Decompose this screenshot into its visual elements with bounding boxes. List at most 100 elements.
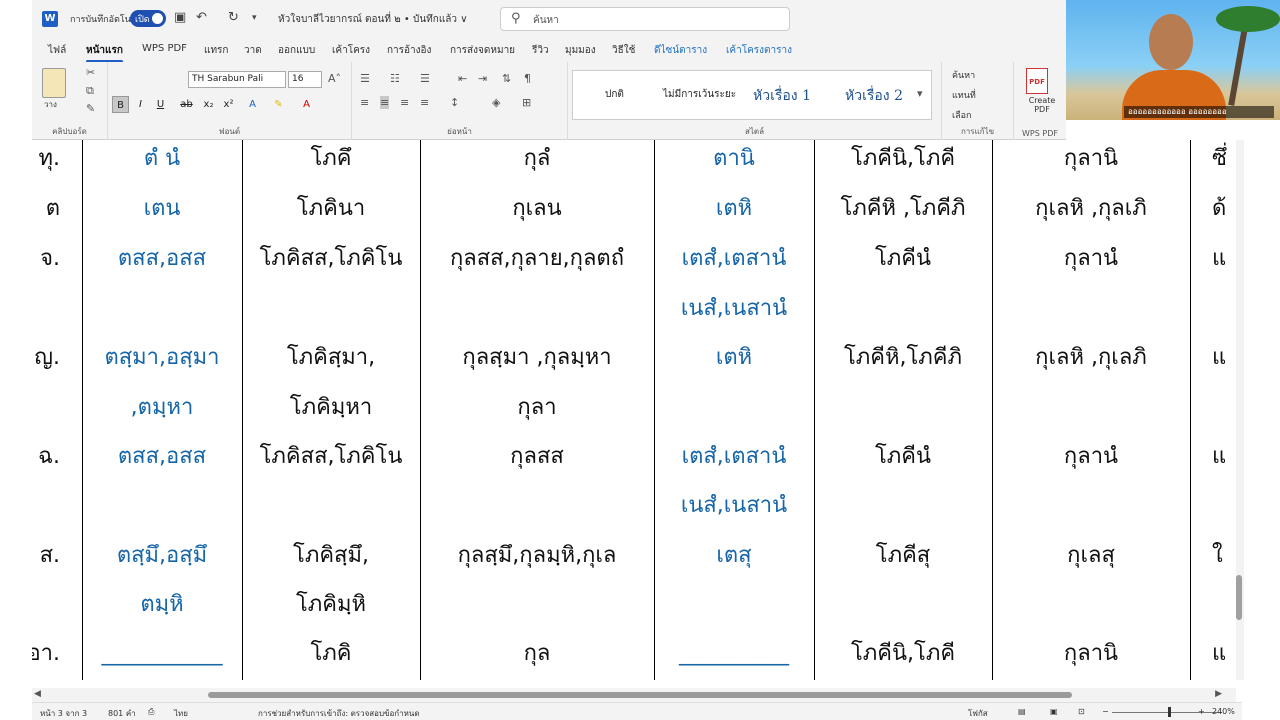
zoom-slider-knob[interactable] xyxy=(1168,707,1171,717)
table-cell[interactable]: แ xyxy=(1212,442,1236,472)
autosave-toggle[interactable]: เปิด xyxy=(130,10,166,27)
table-cell[interactable]: ทุ. xyxy=(32,144,61,174)
table-cell[interactable]: ฉ. xyxy=(32,442,60,472)
table-cell[interactable]: เตน xyxy=(82,194,242,224)
style-normal[interactable]: ปกติ xyxy=(605,87,624,102)
format-painter-icon[interactable]: ✎ xyxy=(86,102,95,115)
table-cell[interactable]: โภคิสส,โภคิโน xyxy=(242,442,420,472)
table-cell[interactable]: โภคิสฺมา, xyxy=(242,343,420,373)
align-center-icon[interactable]: ≡ xyxy=(380,96,390,109)
table-cell[interactable]: ตสฺมึ,อสฺมึ xyxy=(82,541,242,571)
create-pdf-button[interactable]: Create PDF xyxy=(1020,96,1064,114)
language[interactable]: ไทย xyxy=(174,707,188,720)
text-effects-icon[interactable]: A xyxy=(244,96,261,113)
table-cell[interactable]: ตสฺมา,อสฺมา xyxy=(82,343,242,373)
tab-draw[interactable]: วาด xyxy=(244,43,262,58)
table-cell[interactable]: เตหิ xyxy=(654,194,814,224)
horizontal-scrollbar[interactable]: ◀ ▶ xyxy=(32,688,1236,702)
table-cell[interactable]: โภคึ xyxy=(242,144,420,174)
zoom-level[interactable]: 240% xyxy=(1212,707,1235,716)
table-cell[interactable]: กุเลน xyxy=(420,194,654,224)
superscript-button[interactable]: x² xyxy=(220,96,237,113)
styles-more-icon[interactable]: ▾ xyxy=(917,87,923,100)
tab-help[interactable]: วิธีใช้ xyxy=(612,43,635,58)
table-cell[interactable]: เตหิ xyxy=(654,343,814,373)
decrease-indent-icon[interactable]: ⇤ xyxy=(458,72,467,85)
grow-font-icon[interactable]: A˄ xyxy=(328,72,341,85)
sort-icon[interactable]: ⇅ xyxy=(502,72,511,85)
tab-mailings[interactable]: การส่งจดหมาย xyxy=(450,43,515,58)
table-cell[interactable]: ตสส,อสส xyxy=(82,244,242,274)
table-cell[interactable]: กุลสฺมึ,กุลมฺหิ,กุเล xyxy=(420,541,654,571)
style-heading2[interactable]: หัวเรื่อง 2 xyxy=(845,85,903,107)
page-count[interactable]: หน้า 3 จาก 3 xyxy=(40,707,87,720)
accessibility-status[interactable]: การช่วยสำหรับการเข้าถึง: ตรวจสอบข้อกำหนด xyxy=(258,707,420,720)
print-layout-icon[interactable]: ▣ xyxy=(1050,707,1058,716)
table-cell[interactable]: เตสํ,เตสานํ xyxy=(654,442,814,472)
table-cell[interactable]: ซึ่ xyxy=(1212,144,1236,174)
table-cell[interactable]: เตสํ,เตสานํ xyxy=(654,244,814,274)
table-cell[interactable]: กุลสส,กุลาย,กุลตถํ xyxy=(420,244,654,274)
scroll-left-icon[interactable]: ◀ xyxy=(34,689,41,699)
word-count[interactable]: 801 คำ xyxy=(108,707,136,720)
table-cell[interactable]: โภคีหิ ,โภคีภิ xyxy=(814,194,992,224)
table-cell[interactable]: กุลา xyxy=(420,393,654,423)
undo-icon[interactable]: ↶ xyxy=(196,10,207,25)
table-cell[interactable]: โภคีนิ,โภคี xyxy=(814,639,992,669)
replace-button[interactable]: แทนที่ xyxy=(952,88,976,102)
table-cell[interactable]: ด้ xyxy=(1212,194,1236,224)
table-cell[interactable]: โภคิมฺหา xyxy=(242,393,420,423)
redo-icon[interactable]: ↻ xyxy=(228,10,239,25)
font-family-select[interactable]: TH Sarabun Pali xyxy=(188,71,286,88)
show-marks-icon[interactable]: ¶ xyxy=(524,72,531,85)
shading-icon[interactable]: ◈ xyxy=(492,96,500,109)
focus-button[interactable]: โฟกัส xyxy=(968,707,988,720)
web-layout-icon[interactable]: ⊡ xyxy=(1078,707,1085,716)
table-cell[interactable]: กุล xyxy=(420,639,654,669)
table-cell[interactable]: ตมฺหิ xyxy=(82,590,242,620)
tab-home[interactable]: หน้าแรก xyxy=(86,43,123,63)
horizontal-scroll-thumb[interactable] xyxy=(208,692,1072,698)
find-button[interactable]: ค้นหา xyxy=(952,68,975,82)
table-cell[interactable]: เนสํ,เนสานํ xyxy=(654,491,814,521)
style-heading1[interactable]: หัวเรื่อง 1 xyxy=(753,85,811,107)
bullets-icon[interactable]: ☰ xyxy=(360,72,370,85)
tab-file[interactable]: ไฟล์ xyxy=(48,43,66,58)
table-cell[interactable]: โภคีนิ,โภคี xyxy=(814,144,992,174)
justify-icon[interactable]: ≡ xyxy=(420,96,429,109)
tab-wps-pdf[interactable]: WPS PDF xyxy=(142,43,187,54)
table-cell[interactable]: กุลานิ xyxy=(992,639,1190,669)
table-cell[interactable]: โภคีนํ xyxy=(814,442,992,472)
table-cell[interactable]: โภคิสส,โภคิโน xyxy=(242,244,420,274)
line-spacing-icon[interactable]: ↕ xyxy=(450,96,459,109)
document-page[interactable]: ทุ. ตํ นํ โภคึ กุลํ ตานิ โภคีนิ,โภคี กุลานิ ซึ่… xyxy=(32,140,1236,680)
table-cell[interactable]: โภคินา xyxy=(242,194,420,224)
table-cell[interactable]: กุลสส xyxy=(420,442,654,472)
table-cell[interactable]: โภคีหิ,โภคีภิ xyxy=(814,343,992,373)
table-cell[interactable]: ตสส,อสส xyxy=(82,442,242,472)
tab-review[interactable]: รีวิว xyxy=(532,43,549,58)
table-cell[interactable]: ตานิ xyxy=(654,144,814,174)
underline-button[interactable]: U xyxy=(152,96,169,113)
subscript-button[interactable]: x₂ xyxy=(200,96,217,113)
paste-icon[interactable] xyxy=(42,68,66,98)
table-cell[interactable]: กุลานิ xyxy=(992,144,1190,174)
table-cell[interactable]: โภคีนํ xyxy=(814,244,992,274)
table-cell[interactable]: แ xyxy=(1212,244,1236,274)
increase-indent-icon[interactable]: ⇥ xyxy=(478,72,487,85)
search-box[interactable]: ⚲ ค้นหา xyxy=(500,7,790,31)
copy-icon[interactable]: ⧉ xyxy=(86,84,94,98)
align-right-icon[interactable]: ≡ xyxy=(400,96,409,109)
table-cell[interactable]: จ. xyxy=(32,244,60,274)
table-cell[interactable]: เนสํ,เนสานํ xyxy=(654,294,814,324)
vertical-scroll-thumb[interactable] xyxy=(1236,575,1242,620)
read-mode-icon[interactable]: ▤ xyxy=(1018,707,1026,716)
save-icon[interactable]: ▣ xyxy=(174,10,186,25)
table-cell[interactable]: แ xyxy=(1212,343,1236,373)
numbering-icon[interactable]: ☷ xyxy=(390,72,400,85)
highlight-icon[interactable]: ✎ xyxy=(270,96,287,113)
table-cell[interactable]: ตํ นํ xyxy=(82,144,242,174)
table-cell[interactable]: กุลํ xyxy=(420,144,654,174)
tab-view[interactable]: มุมมอง xyxy=(565,43,596,58)
zoom-in-icon[interactable]: + xyxy=(1198,707,1205,716)
